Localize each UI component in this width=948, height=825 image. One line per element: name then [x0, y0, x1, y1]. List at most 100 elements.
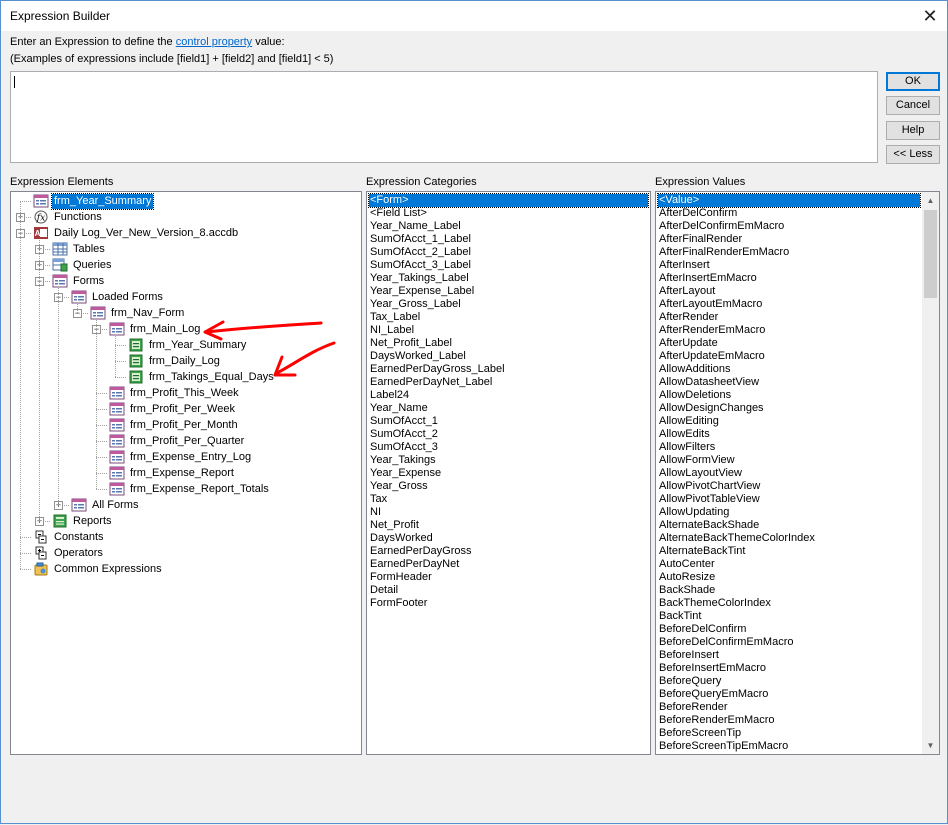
tree-node[interactable]: frm_Expense_Entry_Log	[109, 450, 253, 465]
tree-node[interactable]: frm_Profit_Per_Month	[109, 418, 240, 433]
value-item[interactable]: AfterDelConfirm	[658, 207, 920, 220]
category-item[interactable]: Year_Takings	[369, 454, 648, 467]
value-item[interactable]: AllowFormView	[658, 454, 920, 467]
value-item[interactable]: AllowDesignChanges	[658, 402, 920, 415]
value-item[interactable]: AfterLayoutEmMacro	[658, 298, 920, 311]
scroll-up-icon[interactable]: ▲	[922, 192, 939, 209]
value-item[interactable]: AutoResize	[658, 571, 920, 584]
tree-node[interactable]: frm_Daily_Log	[128, 354, 222, 369]
category-item[interactable]: Year_Gross_Label	[369, 298, 648, 311]
value-item[interactable]: AllowFilters	[658, 441, 920, 454]
tree-node[interactable]: frm_Takings_Equal_Days	[128, 370, 276, 385]
value-item[interactable]: AllowEdits	[658, 428, 920, 441]
value-item[interactable]: AfterUpdateEmMacro	[658, 350, 920, 363]
value-item[interactable]: AllowPivotChartView	[658, 480, 920, 493]
value-item[interactable]: BeforeRender	[658, 701, 920, 714]
value-item[interactable]: BackTint	[658, 610, 920, 623]
category-item[interactable]: Net_Profit	[369, 519, 648, 532]
category-item[interactable]: DaysWorked_Label	[369, 350, 648, 363]
value-item[interactable]: AllowEditing	[658, 415, 920, 428]
value-item[interactable]: AlternateBackShade	[658, 519, 920, 532]
help-button[interactable]: Help	[886, 121, 940, 140]
tree-node[interactable]: frm_Profit_This_Week	[109, 386, 241, 401]
tree-node[interactable]: frm_Year_Summary	[33, 193, 155, 210]
category-item[interactable]: SumOfAcct_3_Label	[369, 259, 648, 272]
category-item[interactable]: Tax_Label	[369, 311, 648, 324]
category-item[interactable]: <Form>	[368, 193, 649, 208]
category-item[interactable]: FormHeader	[369, 571, 648, 584]
control-property-link[interactable]: control property	[176, 36, 252, 48]
ok-button[interactable]: OK	[886, 72, 940, 91]
close-icon[interactable]: ✕	[913, 1, 947, 31]
category-item[interactable]: Year_Takings_Label	[369, 272, 648, 285]
category-item[interactable]: Net_Profit_Label	[369, 337, 648, 350]
value-item[interactable]: <Value>	[657, 193, 921, 208]
value-item[interactable]: BeforeDelConfirm	[658, 623, 920, 636]
category-item[interactable]: FormFooter	[369, 597, 648, 610]
value-item[interactable]: AllowAdditions	[658, 363, 920, 376]
value-item[interactable]: BeforeScreenTipEmMacro	[658, 740, 920, 753]
less-button[interactable]: << Less	[886, 145, 940, 164]
value-item[interactable]: AfterFinalRender	[658, 233, 920, 246]
category-item[interactable]: SumOfAcct_3	[369, 441, 648, 454]
value-item[interactable]: BackThemeColorIndex	[658, 597, 920, 610]
expression-input[interactable]	[10, 71, 878, 163]
tree-node[interactable]: frm_Year_Summary	[128, 338, 248, 353]
value-item[interactable]: AlternateBackTint	[658, 545, 920, 558]
value-item[interactable]: AfterInsert	[658, 259, 920, 272]
tree-node[interactable]: Forms	[52, 274, 106, 289]
category-item[interactable]: SumOfAcct_1	[369, 415, 648, 428]
tree-node[interactable]: frm_Expense_Report_Totals	[109, 482, 271, 497]
category-item[interactable]: Year_Name_Label	[369, 220, 648, 233]
tree-node[interactable]: frm_Expense_Report	[109, 466, 236, 481]
scroll-thumb[interactable]	[924, 210, 937, 298]
value-item[interactable]: AfterRenderEmMacro	[658, 324, 920, 337]
value-item[interactable]: BeforeQueryEmMacro	[658, 688, 920, 701]
value-item[interactable]: AfterUpdate	[658, 337, 920, 350]
category-item[interactable]: Year_Expense_Label	[369, 285, 648, 298]
category-item[interactable]: EarnedPerDayNet	[369, 558, 648, 571]
category-item[interactable]: Tax	[369, 493, 648, 506]
value-item[interactable]: BeforeRenderEmMacro	[658, 714, 920, 727]
category-item[interactable]: Label24	[369, 389, 648, 402]
tree-node[interactable]: All Forms	[71, 498, 140, 513]
value-item[interactable]: AfterLayout	[658, 285, 920, 298]
value-item[interactable]: BeforeInsert	[658, 649, 920, 662]
tree-node[interactable]: Loaded Forms	[71, 290, 165, 305]
tree-node[interactable]: Operators	[33, 546, 105, 561]
tree-node[interactable]: A Daily Log_Ver_New_Version_8.accdb	[33, 226, 240, 241]
tree-node[interactable]: frm_Profit_Per_Week	[109, 402, 237, 417]
cancel-button[interactable]: Cancel	[886, 96, 940, 115]
expression-elements-tree[interactable]: frm_Year_Summary + fx Functions − A Daily Log_…	[10, 191, 362, 755]
category-item[interactable]: Year_Gross	[369, 480, 648, 493]
scroll-down-icon[interactable]: ▼	[922, 737, 939, 754]
tree-node[interactable]: Constants	[33, 530, 106, 545]
tree-node[interactable]: frm_Main_Log	[109, 322, 202, 337]
value-item[interactable]: BeforeInsertEmMacro	[658, 662, 920, 675]
value-item[interactable]: AllowDatasheetView	[658, 376, 920, 389]
value-item[interactable]: AllowPivotTableView	[658, 493, 920, 506]
category-item[interactable]: NI_Label	[369, 324, 648, 337]
value-item[interactable]: AllowUpdating	[658, 506, 920, 519]
value-item[interactable]: BackShade	[658, 584, 920, 597]
value-item[interactable]: BeforeScreenTip	[658, 727, 920, 740]
expression-categories-list[interactable]: <Form> <Field List> Year_Name_Label SumOfAc…	[366, 191, 651, 755]
tree-node[interactable]: fx Functions	[33, 210, 104, 225]
value-item[interactable]: AfterFinalRenderEmMacro	[658, 246, 920, 259]
category-item[interactable]: Year_Expense	[369, 467, 648, 480]
value-item[interactable]: AfterDelConfirmEmMacro	[658, 220, 920, 233]
value-item[interactable]: BeforeQuery	[658, 675, 920, 688]
tree-node[interactable]: Queries	[52, 258, 114, 273]
category-item[interactable]: DaysWorked	[369, 532, 648, 545]
category-item[interactable]: NI	[369, 506, 648, 519]
category-item[interactable]: EarnedPerDayGross	[369, 545, 648, 558]
value-item[interactable]: BeforeDelConfirmEmMacro	[658, 636, 920, 649]
value-item[interactable]: AllowDeletions	[658, 389, 920, 402]
category-item[interactable]: Detail	[369, 584, 648, 597]
category-item[interactable]: Year_Name	[369, 402, 648, 415]
value-item[interactable]: AlternateBackThemeColorIndex	[658, 532, 920, 545]
category-item[interactable]: SumOfAcct_2_Label	[369, 246, 648, 259]
value-item[interactable]: AllowLayoutView	[658, 467, 920, 480]
expression-values-list[interactable]: ▲ ▼ <Value> AfterDelConfirm AfterDelConfir…	[655, 191, 940, 755]
tree-node[interactable]: Reports	[52, 514, 114, 529]
